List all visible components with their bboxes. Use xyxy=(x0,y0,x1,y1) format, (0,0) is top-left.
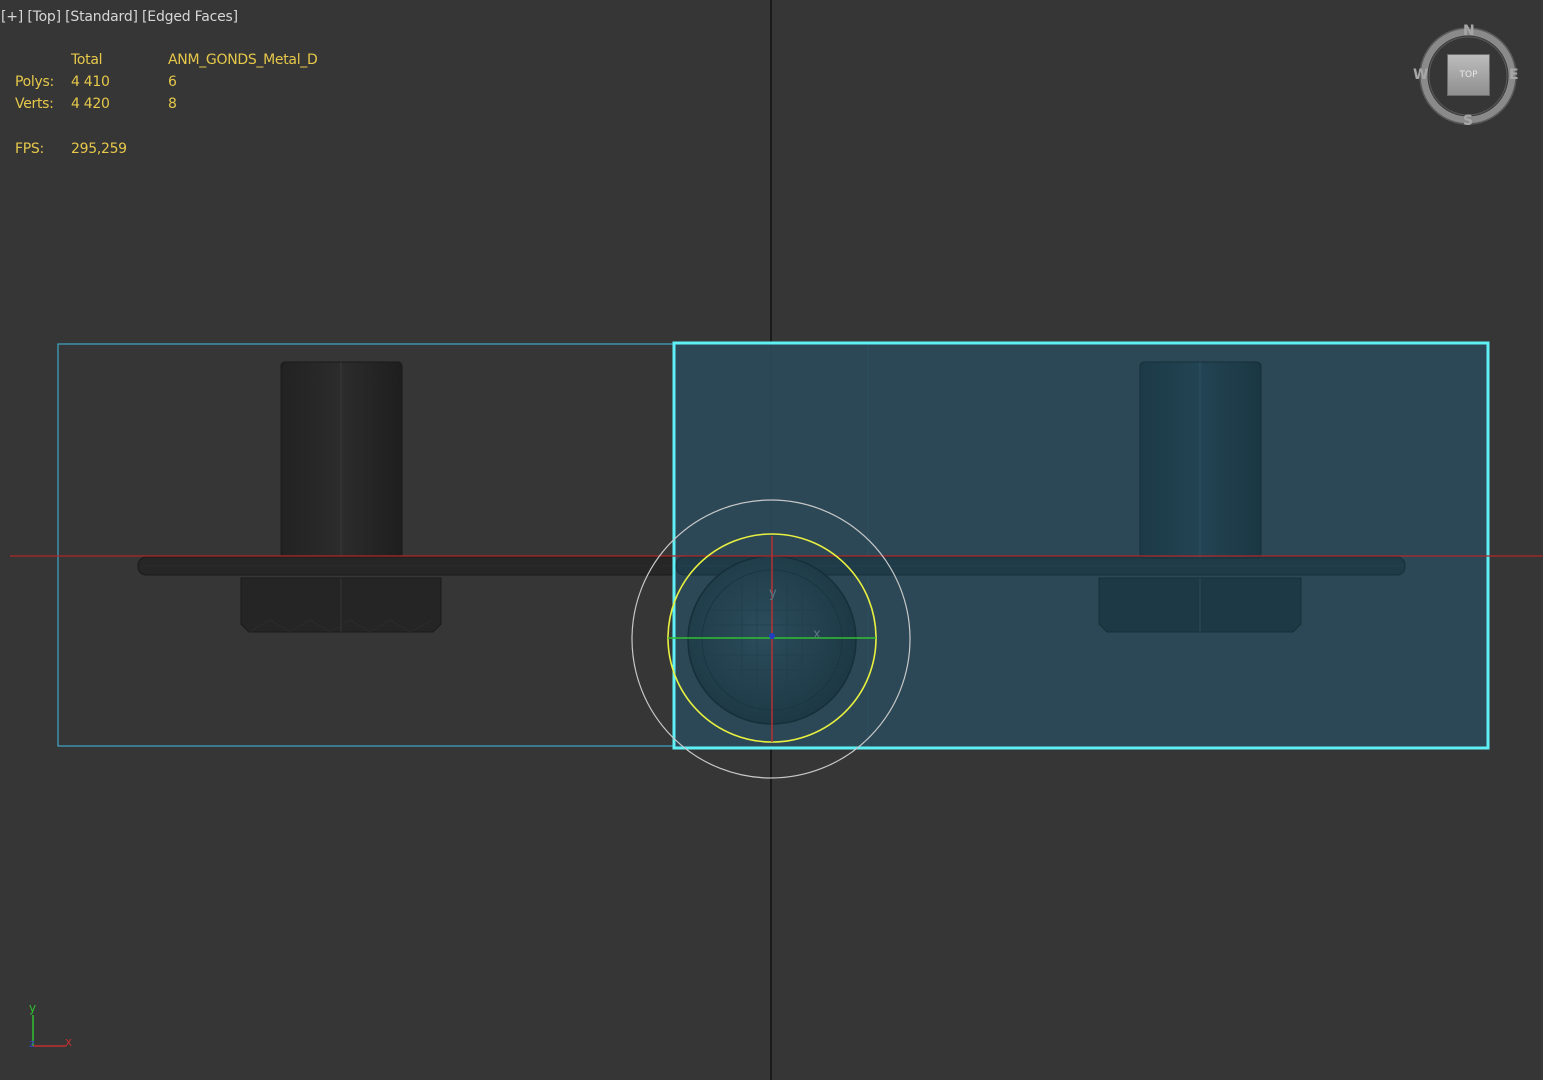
viewport-label-menu: [+] [Top] [Standard] [Edged Faces] xyxy=(1,7,238,27)
left-bracket-mesh[interactable] xyxy=(240,361,442,633)
stats-verts-label: Verts: xyxy=(15,96,54,112)
tripod-z-label: z xyxy=(29,1037,35,1050)
stats-verts-total: 4 420 xyxy=(71,96,110,112)
viewport-point-of-view-menu[interactable]: [Top] xyxy=(27,9,61,25)
viewport-display-menu[interactable]: [Edged Faces] xyxy=(142,9,238,25)
stats-fps-value: 295,259 xyxy=(71,141,127,157)
stats-verts-selected: 8 xyxy=(168,96,177,112)
gizmo-x-label: x xyxy=(813,627,821,642)
viewport-top[interactable]: x y y x z [+] [Top] [Standard] [Edged Fa… xyxy=(0,0,1543,1080)
stats-fps-label: FPS: xyxy=(15,141,44,157)
viewport-general-menu[interactable]: [+] xyxy=(1,9,23,25)
compass-south[interactable]: S xyxy=(1463,114,1473,128)
gizmo-y-label: y xyxy=(769,586,777,601)
tripod-y-label: y xyxy=(29,1001,36,1015)
viewcube-top-face[interactable]: TOP xyxy=(1447,54,1490,96)
compass-north[interactable]: N xyxy=(1463,24,1475,38)
tripod-x-label: x xyxy=(65,1035,72,1049)
stats-header-total: Total xyxy=(71,52,103,68)
viewport-shading-menu[interactable]: [Standard] xyxy=(65,9,138,25)
viewcube[interactable]: TOP N S E W xyxy=(1410,18,1528,136)
stats-polys-label: Polys: xyxy=(15,74,54,90)
stats-polys-total: 4 410 xyxy=(71,74,110,90)
compass-west[interactable]: W xyxy=(1413,68,1428,82)
scene-canvas[interactable]: x y y x z xyxy=(0,0,1543,1080)
stats-header-selected: ANM_GONDS_Metal_D xyxy=(168,52,318,68)
stats-polys-selected: 6 xyxy=(168,74,177,90)
axis-tripod: y x z xyxy=(29,1001,72,1050)
compass-east[interactable]: E xyxy=(1509,68,1519,82)
